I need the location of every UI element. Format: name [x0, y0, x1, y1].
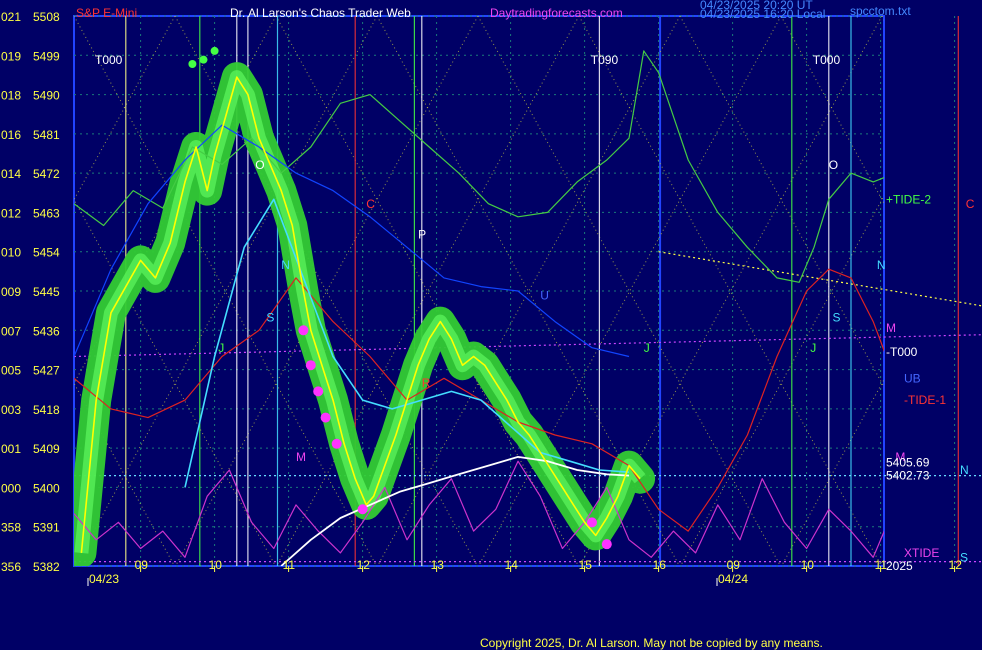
y-price-label: 5463	[33, 206, 60, 220]
y-price-label: 5454	[33, 246, 60, 260]
y-price-label: 5382	[33, 560, 60, 574]
right-label: 5402.73	[886, 469, 930, 483]
annotation-U: U	[540, 289, 549, 303]
marker-label: T090	[591, 53, 619, 67]
price-dot	[298, 325, 309, 336]
y-code-label: 003	[1, 403, 21, 417]
price-dot	[357, 504, 368, 515]
y-code-label: 016	[1, 128, 21, 142]
y-code-label: 018	[1, 89, 21, 103]
annotation-N: N	[877, 258, 886, 272]
x-tick-label: 09	[727, 558, 741, 572]
right-label: 5405.69	[886, 456, 930, 470]
y-price-label: 5418	[33, 403, 60, 417]
x-tick-label: 11	[283, 558, 296, 572]
x-tick-label: 10	[209, 558, 223, 572]
y-price-label: 5436	[33, 324, 60, 338]
x-tick-label: 14	[505, 558, 519, 572]
file-label: spcctom.txt	[850, 4, 911, 18]
annotation-J: J	[644, 341, 650, 355]
right-label: 2025	[886, 559, 913, 573]
chart-title: Dr. Al Larson's Chaos Trader Web	[230, 6, 411, 20]
annotation-M: M	[296, 450, 306, 464]
right-label: M	[886, 321, 896, 335]
symbol-label: S&P E-Mini	[76, 6, 137, 20]
right-label: UB	[904, 371, 921, 385]
annotation-O: O	[255, 158, 264, 172]
annotation-J: J	[810, 341, 816, 355]
y-code-label: 358	[1, 521, 21, 535]
right-label: -TIDE-1	[904, 393, 946, 407]
date-label: 04/23	[89, 572, 119, 586]
y-price-label: 5481	[33, 128, 60, 142]
y-code-label: 005	[1, 364, 21, 378]
marker-label: T000	[813, 53, 841, 67]
price-dot	[601, 539, 612, 550]
y-price-label: 5445	[33, 285, 60, 299]
x-tick-label: 15	[579, 558, 593, 572]
y-price-label: 5409	[33, 442, 60, 456]
y-price-label: 5391	[33, 521, 60, 535]
site-link[interactable]: Daytradingforecasts.com	[490, 6, 623, 20]
y-code-label: 010	[1, 246, 21, 260]
price-dot	[305, 360, 316, 371]
start-dot	[188, 60, 197, 69]
price-dot	[331, 438, 342, 449]
price-dot	[587, 517, 597, 528]
marker-label: T000	[95, 53, 123, 67]
x-tick-label: 12	[357, 558, 371, 572]
annotation-P: P	[418, 228, 426, 242]
x-tick-label: 10	[801, 558, 815, 572]
annotation-R: R	[422, 376, 431, 390]
y-code-label: 000	[1, 481, 21, 495]
annotation-C: C	[366, 197, 375, 211]
background	[0, 0, 982, 650]
date-label: 04/24	[718, 572, 748, 586]
right-label: +TIDE-2	[886, 192, 931, 206]
copyright: Copyright 2025, Dr. Al Larson. May not b…	[480, 636, 823, 650]
price-dot	[313, 386, 324, 397]
x-tick-label: 16	[653, 558, 667, 572]
right-label: S	[960, 550, 968, 564]
annotation-S: S	[266, 311, 274, 325]
annotation-S: S	[833, 311, 841, 325]
start-dot	[199, 55, 208, 64]
y-price-label: 5427	[33, 364, 60, 378]
y-price-label: 5508	[33, 10, 60, 24]
annotation-J: J	[218, 341, 224, 355]
y-price-label: 5490	[33, 89, 60, 103]
price-dot	[320, 412, 331, 423]
y-code-label: 009	[1, 285, 21, 299]
right-label: N	[960, 463, 969, 477]
annotation-O: O	[829, 158, 838, 172]
y-code-label: 356	[1, 560, 21, 574]
y-code-label: 007	[1, 324, 21, 338]
annotation-N: N	[281, 258, 290, 272]
annotation-C: C	[966, 197, 975, 211]
y-price-label: 5472	[33, 167, 60, 181]
y-code-label: 001	[1, 442, 21, 456]
timestamp-local: 04/23/2025 16:20 Local	[700, 7, 825, 21]
y-price-label: 5499	[33, 49, 60, 63]
right-label: -T000	[886, 345, 918, 359]
right-label: XTIDE	[904, 546, 939, 560]
y-code-label: 021	[1, 10, 21, 24]
y-price-label: 5400	[33, 481, 60, 495]
start-dot	[210, 46, 219, 55]
y-code-label: 019	[1, 49, 21, 63]
x-tick-label: 09	[135, 558, 149, 572]
y-code-label: 012	[1, 206, 21, 220]
chart: T000T090T000OOCCPPNNSSJJJJURHMM 02155080…	[0, 0, 982, 650]
y-code-label: 014	[1, 167, 21, 181]
x-tick-label: 13	[431, 558, 445, 572]
